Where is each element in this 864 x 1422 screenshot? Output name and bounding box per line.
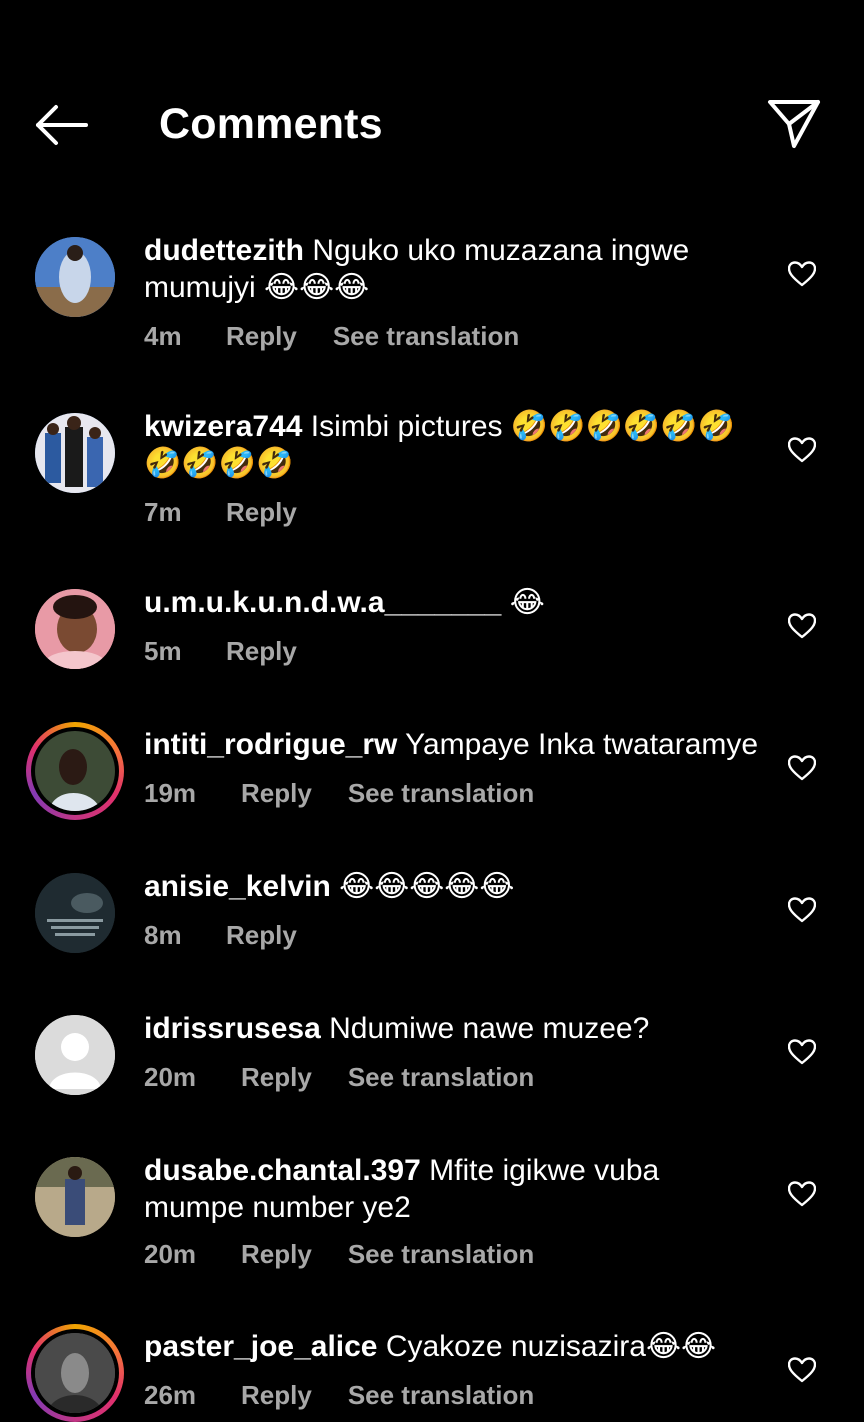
avatar-photo-icon [35,413,115,493]
comment-meta: 20m Reply See translation [144,1062,534,1093]
heart-icon[interactable] [788,1039,816,1065]
avatar-photo-icon [35,1333,115,1413]
avatar-photo-icon [35,237,115,317]
heart-icon[interactable] [788,755,816,781]
reply-button[interactable]: Reply [241,1062,312,1093]
reply-button[interactable]: Reply [226,636,297,667]
send-icon [768,100,820,148]
comment-meta: 8m Reply [144,920,333,951]
comment-body: kwizera744 Isimbi pictures 🤣🤣🤣🤣🤣🤣🤣🤣🤣🤣 [144,408,764,482]
comment-meta: 5m Reply [144,636,333,667]
story-ring-gap [31,1329,119,1417]
comment-meta: 20m Reply See translation [144,1239,534,1270]
comment-username[interactable]: u.m.u.k.u.n.d.w.a_______ [144,586,501,619]
avatar-with-story-ring[interactable] [26,722,124,820]
comment-text: Yampaye Inka twataramye [405,728,759,761]
comment-meta: 19m Reply See translation [144,778,534,809]
share-button[interactable] [764,98,824,150]
avatar[interactable] [35,1157,115,1237]
story-ring-gap [31,727,119,815]
heart-icon[interactable] [788,897,816,923]
comment-username[interactable]: kwizera744 [144,410,302,443]
reply-button[interactable]: Reply [241,1380,312,1411]
comments-header: Comments [0,60,864,190]
avatar [35,1333,115,1413]
comment-text: Cyakoze nuzisazira😂😂 [385,1330,717,1363]
comment-time: 20m [144,1239,197,1269]
comment-time: 8m [144,920,182,950]
comment-meta: 26m Reply See translation [144,1380,534,1411]
comment-time: 7m [144,497,182,527]
comment-body: paster_joe_alice Cyakoze nuzisazira😂😂 [144,1328,764,1365]
comment-text: Ndumiwe nawe muzee? [329,1012,650,1045]
comment-body: dusabe.chantal.397 Mfite igikwe vuba mum… [144,1152,764,1226]
heart-icon[interactable] [788,1181,816,1207]
avatar[interactable] [35,873,115,953]
comment-meta: 7m Reply [144,497,333,528]
see-translation-button[interactable]: See translation [348,1380,534,1411]
avatar-photo-icon [35,731,115,811]
page-title: Comments [159,100,383,148]
avatar-photo-icon [35,873,115,953]
comment-body: anisie_kelvin 😂😂😂😂😂 [144,868,764,905]
heart-icon[interactable] [788,437,816,463]
comment-username[interactable]: dusabe.chantal.397 [144,1154,421,1187]
comment-time: 20m [144,1062,197,1092]
heart-icon[interactable] [788,613,816,639]
see-translation-button[interactable]: See translation [348,1239,534,1270]
comment-time: 4m [144,321,182,351]
see-translation-button[interactable]: See translation [348,1062,534,1093]
avatar[interactable] [35,237,115,317]
comment-username[interactable]: intiti_rodrigue_rw [144,728,397,761]
default-avatar-icon [35,1015,115,1095]
comment-body: dudettezith Nguko uko muzazana ingwe mum… [144,232,764,306]
comment-body: intiti_rodrigue_rw Yampaye Inka twataram… [144,726,764,763]
back-button[interactable] [30,100,90,150]
arrow-left-icon [36,105,88,145]
comment-text: 😂😂😂😂😂 [339,870,515,903]
avatar[interactable] [35,1015,115,1095]
comment-time: 26m [144,1380,197,1410]
reply-button[interactable]: Reply [226,497,297,528]
see-translation-button[interactable]: See translation [348,778,534,809]
avatar-photo-icon [35,1157,115,1237]
comment-text: 😂 [509,586,545,619]
reply-button[interactable]: Reply [241,1239,312,1270]
avatar-with-story-ring[interactable] [26,1324,124,1422]
comment-username[interactable]: paster_joe_alice [144,1330,377,1363]
comment-body: u.m.u.k.u.n.d.w.a_______ 😂 [144,584,764,621]
heart-icon[interactable] [788,1357,816,1383]
avatar[interactable] [35,589,115,669]
avatar [35,731,115,811]
comment-body: idrissrusesa Ndumiwe nawe muzee? [144,1010,764,1047]
comment-username[interactable]: dudettezith [144,234,304,267]
avatar[interactable] [35,413,115,493]
comment-time: 19m [144,778,197,808]
comment-username[interactable]: idrissrusesa [144,1012,321,1045]
reply-button[interactable]: Reply [226,321,297,352]
reply-button[interactable]: Reply [226,920,297,951]
reply-button[interactable]: Reply [241,778,312,809]
heart-icon[interactable] [788,261,816,287]
comment-meta: 4m Reply See translation [144,321,519,352]
see-translation-button[interactable]: See translation [333,321,519,352]
comment-time: 5m [144,636,182,666]
avatar-photo-icon [35,589,115,669]
comment-username[interactable]: anisie_kelvin [144,870,331,903]
